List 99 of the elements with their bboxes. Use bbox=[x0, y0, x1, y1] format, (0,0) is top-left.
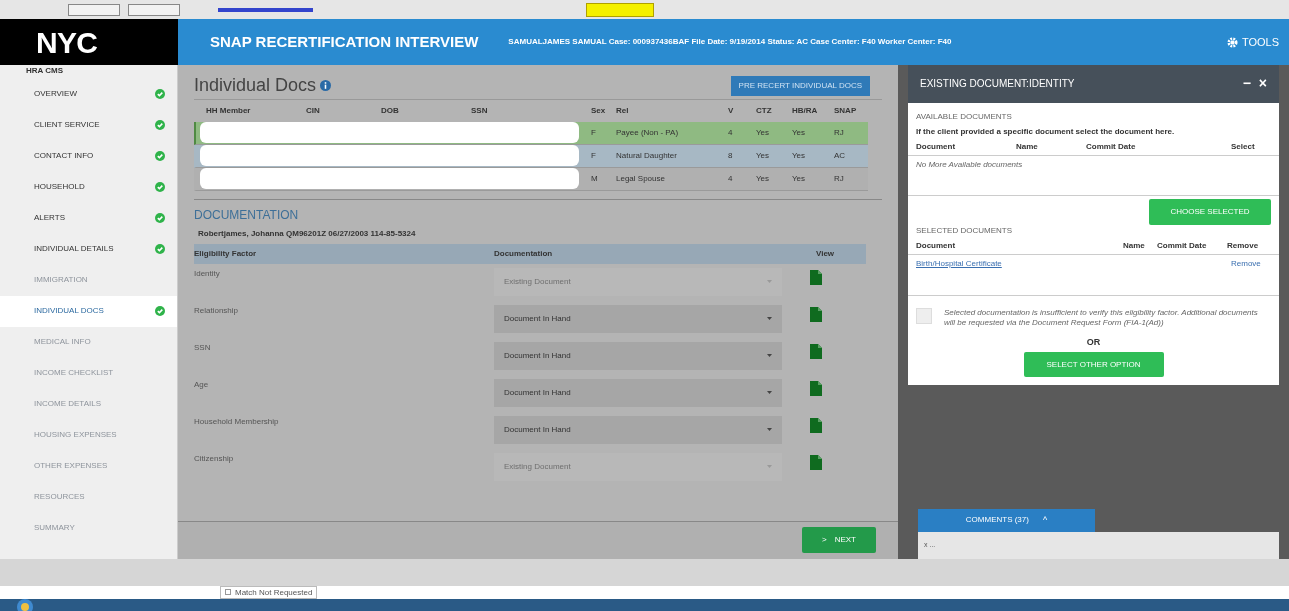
eligibility-factor: Identity bbox=[194, 267, 221, 280]
page-title: SNAP RECERTIFICATION INTERVIEW bbox=[210, 31, 479, 52]
empty-message: No More Available documents bbox=[908, 155, 1279, 196]
column-header: CIN bbox=[306, 104, 321, 117]
table-cell-text: Legal Spouse bbox=[616, 172, 666, 185]
logo: NYC bbox=[36, 24, 98, 61]
documentation-dropdown[interactable]: Document In Hand bbox=[494, 304, 782, 333]
next-button[interactable]: > NEXT bbox=[802, 527, 876, 554]
insufficient-note: Selected documentation is insufficient to verify this eligibility factor. Additional documents will be requested via the Document Request Form (FIA-1(Ad)) bbox=[944, 307, 1259, 328]
table-cell-text: RJ bbox=[834, 126, 845, 139]
table-cell-text: M bbox=[591, 172, 599, 185]
column-header: View bbox=[816, 247, 836, 260]
column-header: HH Member bbox=[206, 104, 252, 117]
close-button[interactable]: × bbox=[1258, 73, 1267, 95]
tools-button[interactable]: TOOLS bbox=[1226, 33, 1279, 51]
table-cell-text: Natural Daughter bbox=[616, 149, 678, 162]
match-option[interactable]: Match Not Requested bbox=[220, 585, 318, 599]
highlight-box bbox=[586, 2, 654, 17]
nav-item[interactable]: ALERTS bbox=[0, 202, 177, 234]
checkbox[interactable] bbox=[916, 307, 932, 324]
column-header: SSN bbox=[471, 104, 489, 117]
table-cell-text: 8 bbox=[728, 149, 734, 162]
table-cell-text: Yes bbox=[756, 172, 771, 185]
table-cell-text: Payee (Non - PA) bbox=[616, 126, 680, 139]
section-heading: AVAILABLE DOCUMENTS bbox=[915, 110, 1013, 123]
table-cell-text: F bbox=[591, 126, 597, 139]
nav-item[interactable]: CONTACT INFO bbox=[0, 140, 177, 172]
documentation-dropdown[interactable]: Document In Hand bbox=[494, 378, 782, 407]
or-label: OR bbox=[1085, 335, 1102, 349]
case-info: SAMUALJAMES SAMUAL Case: 000937436BAF File Date: 9/19/2014 Status: AC Case Center: F40 Worker Center: F40 bbox=[508, 36, 952, 49]
column-header: CTZ bbox=[756, 104, 773, 117]
nav-item[interactable]: INDIVIDUAL DETAILS bbox=[0, 233, 177, 265]
column-header: Eligibility Factor bbox=[194, 247, 258, 260]
column-header: Name bbox=[1016, 140, 1039, 153]
column-header: Commit Date bbox=[1086, 140, 1137, 153]
column-header: Remove bbox=[1227, 239, 1260, 252]
table-cell-text: F bbox=[591, 149, 597, 162]
minimize-button[interactable]: − bbox=[1242, 73, 1251, 95]
column-header: Rel bbox=[616, 104, 630, 117]
member-row[interactable]: F Natural Daughter 8 Yes Yes AC bbox=[194, 144, 868, 168]
caret-icon bbox=[767, 428, 772, 432]
info-icon[interactable] bbox=[320, 80, 332, 92]
instruction-text: If the client provided a specific document select the document here. bbox=[915, 125, 1176, 138]
table-cell-text: Yes bbox=[756, 126, 771, 139]
pre-recert-button[interactable]: PRE RECERT INDIVIDUAL DOCS bbox=[730, 75, 870, 96]
table-cell-text: AC bbox=[834, 149, 847, 162]
document-icon[interactable] bbox=[810, 417, 822, 433]
column-header: Documentation bbox=[494, 247, 554, 260]
nav-item[interactable]: OVERVIEW bbox=[0, 78, 177, 110]
eligibility-factor: Household Membership bbox=[194, 415, 280, 428]
table-cell-text: 4 bbox=[728, 126, 734, 139]
link-bar[interactable] bbox=[218, 7, 313, 12]
toolbar-button[interactable] bbox=[68, 3, 120, 16]
eligibility-factor: Relationship bbox=[194, 304, 240, 317]
document-icon[interactable] bbox=[810, 306, 822, 322]
member-row[interactable]: M Legal Spouse 4 Yes Yes RJ bbox=[194, 167, 868, 191]
document-icon[interactable] bbox=[810, 454, 822, 470]
remove-link[interactable]: Remove bbox=[1231, 257, 1271, 270]
table-cell-text: RJ bbox=[834, 172, 845, 185]
eligibility-factor: Citizenship bbox=[194, 452, 235, 465]
member-row[interactable]: F Payee (Non - PA) 4 Yes Yes RJ bbox=[194, 121, 868, 145]
document-icon[interactable] bbox=[810, 380, 822, 396]
documentation-heading: DOCUMENTATION bbox=[194, 206, 300, 224]
column-header: SNAP bbox=[834, 104, 858, 117]
column-header: V bbox=[728, 104, 735, 117]
column-header: Document bbox=[916, 239, 957, 252]
eligibility-factor: SSN bbox=[194, 341, 212, 354]
column-header: Sex bbox=[591, 104, 607, 117]
toolbar-button[interactable] bbox=[128, 3, 180, 16]
documentation-dropdown[interactable]: Document In Hand bbox=[494, 415, 782, 444]
table-cell-text: Yes bbox=[756, 149, 771, 162]
table-cell-text: Yes bbox=[792, 172, 807, 185]
column-header: Name bbox=[1123, 239, 1146, 252]
person-summary: Robertjames, Johanna QM96201Z 06/27/2003 114-85-5324 bbox=[197, 227, 417, 240]
nav-item[interactable]: INDIVIDUAL DOCS bbox=[0, 295, 177, 327]
column-header: DOB bbox=[381, 104, 400, 117]
caret-icon bbox=[767, 354, 772, 358]
settings-icon bbox=[1226, 36, 1238, 48]
table-cell-text: Yes bbox=[792, 149, 807, 162]
section-heading: SELECTED DOCUMENTS bbox=[915, 224, 1013, 237]
eligibility-factor: Age bbox=[194, 378, 210, 391]
caret-icon bbox=[767, 391, 772, 395]
nav-item[interactable]: HOUSEHOLD bbox=[0, 171, 177, 203]
table-cell-text: Yes bbox=[792, 126, 807, 139]
column-header: HB/RA bbox=[792, 104, 819, 117]
panel-title: EXISTING DOCUMENT:IDENTITY bbox=[920, 77, 1075, 92]
column-header: Select bbox=[1231, 140, 1256, 153]
column-header: Document bbox=[916, 140, 957, 153]
document-icon[interactable] bbox=[810, 343, 822, 359]
document-icon[interactable] bbox=[810, 269, 822, 285]
document-link[interactable]: Birth/Hospital Certificate bbox=[916, 257, 1231, 270]
section-title: Individual Docs bbox=[194, 74, 317, 98]
brand-label: HRA CMS bbox=[25, 64, 65, 77]
column-header: Commit Date bbox=[1157, 239, 1208, 252]
comments-tab[interactable]: COMMENTS (37) ^ bbox=[918, 508, 1095, 532]
nav-item[interactable]: CLIENT SERVICE bbox=[0, 109, 177, 141]
documentation-dropdown[interactable]: Document In Hand bbox=[494, 341, 782, 370]
table-cell-text: 4 bbox=[728, 172, 734, 185]
caret-icon bbox=[767, 317, 772, 321]
